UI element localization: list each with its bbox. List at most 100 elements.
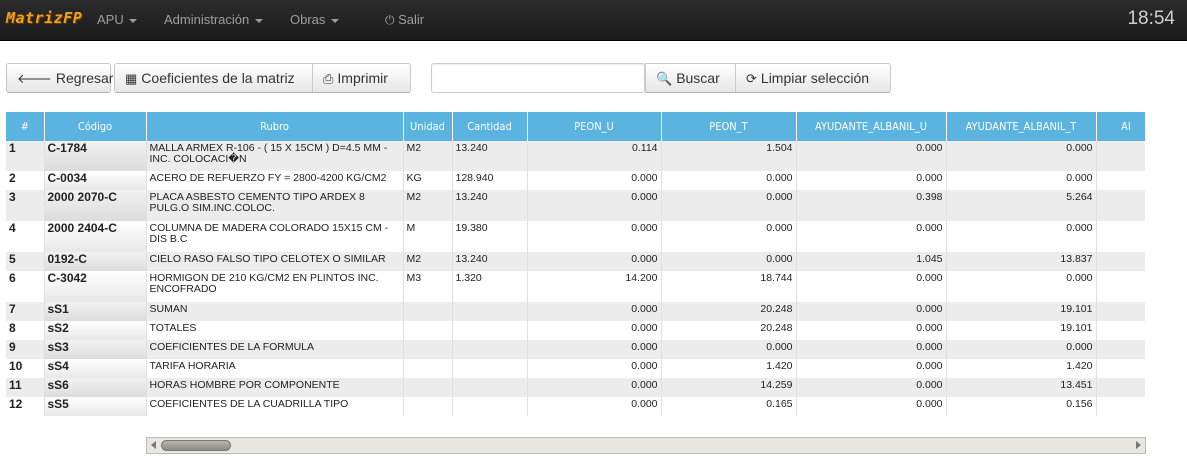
menu-administracion[interactable]: Administración (164, 0, 263, 41)
scroll-left-icon[interactable] (151, 441, 156, 449)
row-cantidad: 13.240 (452, 252, 528, 271)
row-peon-u: 0.000 (527, 190, 662, 221)
table-row[interactable]: 3 2000 2070-C PLACA ASBESTO CEMENTO TIPO A… (6, 190, 1145, 221)
row-peon-u: 0.114 (527, 141, 662, 171)
chevron-down-icon (254, 18, 263, 23)
row-peon-u: 0.000 (527, 397, 662, 416)
menu-salir[interactable]: ⏻ Salir (385, 0, 424, 41)
row-code: sS3 (44, 340, 147, 359)
column-header[interactable]: PEON_T (661, 112, 797, 141)
row-overflow-cell (1096, 141, 1145, 171)
row-code: sS1 (44, 302, 147, 321)
row-unidad: KG (403, 171, 453, 190)
matrix-table-container[interactable]: # Código Rubro Unidad Cantidad PEON_U PE… (6, 112, 1145, 418)
row-unidad (403, 340, 453, 359)
coefficients-button[interactable]: ▦ Coeficientes de la matriz (114, 63, 313, 93)
clear-selection-button[interactable]: ⟳ Limpiar selección (735, 63, 891, 93)
row-overflow-cell (1096, 378, 1145, 397)
row-ayudante-u: 0.000 (796, 141, 947, 171)
print-button[interactable]: ⎙ Imprimir (312, 63, 411, 93)
row-peon-u: 0.000 (527, 252, 662, 271)
row-rubro: SUMAN (146, 302, 404, 321)
row-code: 2000 2070-C (44, 190, 147, 221)
column-header[interactable]: PEON_U (527, 112, 662, 141)
row-ayudante-t: 13.451 (946, 378, 1097, 397)
row-code: sS4 (44, 359, 147, 378)
table-row[interactable]: 6 C-3042 HORMIGON DE 210 KG/CM2 EN PLINTOS… (6, 271, 1145, 302)
column-header[interactable]: # (6, 112, 45, 141)
search-input[interactable] (431, 63, 645, 93)
row-rubro: TOTALES (146, 321, 404, 340)
search-icon: 🔍 (656, 71, 673, 86)
row-rubro: MALLA ARMEX R-106 - ( 15 X 15CM ) D=4.5 … (146, 141, 404, 171)
column-header[interactable]: AYUDANTE_ALBANIL_T (946, 112, 1097, 141)
row-unidad: M2 (403, 252, 453, 271)
row-unidad (403, 378, 453, 397)
scroll-right-icon[interactable] (1136, 441, 1141, 449)
row-ayudante-t: 5.264 (946, 190, 1097, 221)
column-header[interactable]: Cantidad (452, 112, 528, 141)
row-overflow-cell (1096, 171, 1145, 190)
table-row[interactable]: 2 C-0034 ACERO DE REFUERZO FY = 2800-4200 … (6, 171, 1145, 190)
chevron-down-icon (129, 18, 138, 23)
row-rubro: ACERO DE REFUERZO FY = 2800-4200 KG/CM2 (146, 171, 404, 190)
row-cantidad (452, 378, 528, 397)
row-cantidad (452, 359, 528, 378)
row-number: 11 (6, 378, 45, 397)
row-peon-u: 0.000 (527, 171, 662, 190)
column-header[interactable]: Código (44, 112, 147, 141)
row-number: 3 (6, 190, 45, 221)
row-overflow-cell (1096, 397, 1145, 416)
row-peon-t: 20.248 (661, 321, 797, 340)
search-button[interactable]: 🔍 Buscar (645, 63, 736, 93)
back-button[interactable]: 🡐 Regresar (6, 63, 113, 93)
row-ayudante-u: 0.000 (796, 302, 947, 321)
row-number: 1 (6, 141, 45, 171)
row-peon-u: 0.000 (527, 321, 662, 340)
row-peon-u: 0.000 (527, 221, 662, 252)
column-header[interactable]: AYUDANTE_ALBANIL_U (796, 112, 947, 141)
menu-apu[interactable]: APU (97, 0, 138, 41)
menu-obras[interactable]: Obras (290, 0, 340, 41)
row-ayudante-t: 1.420 (946, 359, 1097, 378)
row-unidad (403, 397, 453, 416)
print-button-label: Imprimir (337, 70, 388, 86)
chevron-down-icon (331, 18, 340, 23)
row-unidad: M2 (403, 141, 453, 171)
row-ayudante-u: 0.000 (796, 359, 947, 378)
row-ayudante-t: 0.000 (946, 340, 1097, 359)
scroll-thumb[interactable] (161, 440, 231, 451)
row-number: 4 (6, 221, 45, 252)
table-row[interactable]: 5 0192-C CIELO RASO FALSO TIPO CELOTEX O S… (6, 252, 1145, 271)
table-row[interactable]: 1 C-1784 MALLA ARMEX R-106 - ( 15 X 15CM )… (6, 141, 1145, 171)
table-row[interactable]: 12 sS5 COEFICIENTES DE LA CUADRILLA TIPO 0.… (6, 397, 1145, 416)
row-unidad (403, 359, 453, 378)
table-icon: ▦ (125, 71, 138, 86)
row-unidad: M2 (403, 190, 453, 221)
brand-logo[interactable]: MatrizFP (6, 9, 82, 27)
column-header[interactable]: AI (1096, 112, 1145, 141)
row-code: C-1784 (44, 141, 147, 171)
column-header[interactable]: Unidad (403, 112, 453, 141)
table-row[interactable]: 10 sS4 TARIFA HORARIA 0.000 1.420 0.000 1.420 (6, 359, 1145, 378)
row-cantidad (452, 302, 528, 321)
row-ayudante-u: 0.000 (796, 378, 947, 397)
table-row[interactable]: 11 sS6 HORAS HOMBRE POR COMPONENTE 0.000 14.… (6, 378, 1145, 397)
menu-apu-label: APU (97, 12, 124, 27)
search-button-label: Buscar (676, 70, 720, 86)
print-icon: ⎙ (323, 71, 334, 86)
table-row[interactable]: 4 2000 2404-C COLUMNA DE MADERA COLORADO 1… (6, 221, 1145, 252)
row-overflow-cell (1096, 340, 1145, 359)
table-row[interactable]: 7 sS1 SUMAN 0.000 20.248 0.000 19.101 (6, 302, 1145, 321)
row-peon-t: 0.000 (661, 221, 797, 252)
row-ayudante-t: 19.101 (946, 302, 1097, 321)
row-ayudante-u: 0.000 (796, 171, 947, 190)
table-row[interactable]: 8 sS2 TOTALES 0.000 20.248 0.000 19.101 (6, 321, 1145, 340)
row-peon-t: 18.744 (661, 271, 797, 302)
row-ayudante-u: 0.398 (796, 190, 947, 221)
row-unidad (403, 302, 453, 321)
horizontal-scrollbar[interactable] (146, 437, 1146, 454)
column-header[interactable]: Rubro (146, 112, 404, 141)
row-number: 12 (6, 397, 45, 416)
table-row[interactable]: 9 sS3 COEFICIENTES DE LA FORMULA 0.000 0.000… (6, 340, 1145, 359)
